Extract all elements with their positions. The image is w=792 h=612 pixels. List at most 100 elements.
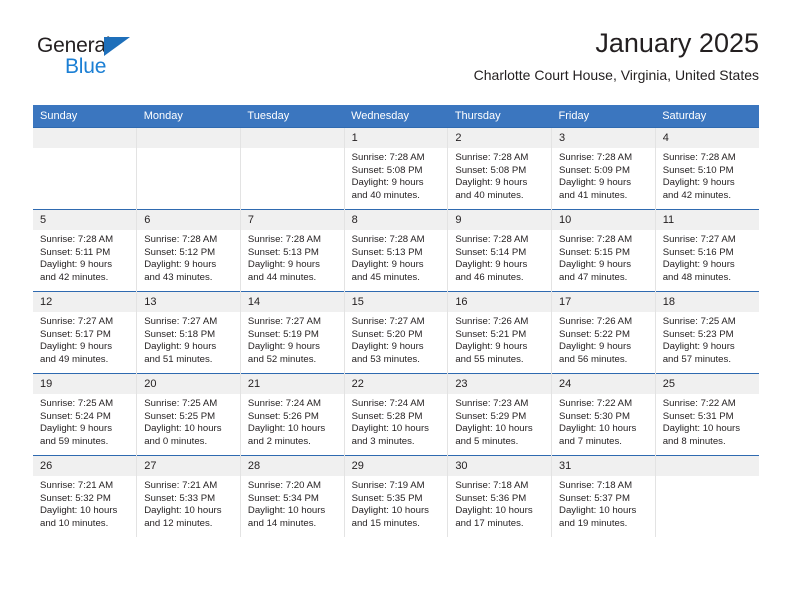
- sunset-text: Sunset: 5:17 PM: [40, 328, 111, 340]
- sunset-text: Sunset: 5:12 PM: [144, 246, 216, 258]
- title-block: January 2025 Charlotte Court House, Virg…: [474, 26, 759, 84]
- sunset-text: Sunset: 5:19 PM: [247, 328, 319, 340]
- calendar-cell-empty: [239, 127, 345, 210]
- calendar-grid: Sunday Monday Tuesday Wednesday Thursday…: [33, 105, 759, 537]
- sunset-text: Sunset: 5:10 PM: [662, 164, 734, 176]
- sunset-text: Sunset: 5:11 PM: [40, 246, 111, 258]
- daylight-text-line2: and 55 minutes.: [455, 353, 524, 365]
- day-details: Sunrise: 7:24 AM Sunset: 5:28 PM Daylight:…: [345, 394, 448, 448]
- day-header-saturday: Saturday: [655, 105, 759, 128]
- calendar-day-cell[interactable]: 21 Sunrise: 7:24 AM Sunset: 5:26 PM Dayligh…: [239, 373, 345, 456]
- daylight-text-line2: and 14 minutes.: [247, 517, 317, 529]
- day-details: Sunrise: 7:25 AM Sunset: 5:25 PM Daylight:…: [137, 394, 240, 448]
- calendar-day-cell[interactable]: 25 Sunrise: 7:22 AM Sunset: 5:31 PM Dayligh…: [654, 373, 759, 456]
- day-number: 25: [655, 374, 759, 394]
- logo-word-blue: Blue: [65, 55, 107, 78]
- calendar-day-cell[interactable]: 7 Sunrise: 7:28 AM Sunset: 5:13 PM Daylight…: [239, 209, 345, 292]
- calendar-day-cell[interactable]: 5 Sunrise: 7:28 AM Sunset: 5:11 PM Daylight…: [33, 209, 137, 292]
- sunset-text: Sunset: 5:13 PM: [247, 246, 319, 258]
- daylight-text-line2: and 47 minutes.: [559, 271, 628, 283]
- sunrise-text: Sunrise: 7:27 AM: [247, 316, 321, 327]
- sunrise-text: Sunrise: 7:27 AM: [40, 316, 114, 327]
- calendar-day-cell[interactable]: 14 Sunrise: 7:27 AM Sunset: 5:19 PM Dayligh…: [239, 291, 345, 374]
- sunrise-text: Sunrise: 7:28 AM: [351, 152, 425, 163]
- sunrise-text: Sunrise: 7:25 AM: [40, 398, 114, 409]
- calendar-day-cell[interactable]: 15 Sunrise: 7:27 AM Sunset: 5:20 PM Dayligh…: [343, 291, 448, 374]
- sunset-text: Sunset: 5:32 PM: [40, 492, 111, 504]
- day-details: Sunrise: 7:28 AM Sunset: 5:10 PM Daylight:…: [656, 148, 759, 202]
- daylight-text-line1: Daylight: 10 hours: [455, 423, 533, 435]
- daylight-text-line1: Daylight: 9 hours: [559, 177, 632, 189]
- daylight-text-line2: and 10 minutes.: [40, 517, 109, 529]
- calendar-day-cell[interactable]: 8 Sunrise: 7:28 AM Sunset: 5:13 PM Daylight…: [343, 209, 448, 292]
- calendar-day-cell[interactable]: 16 Sunrise: 7:26 AM Sunset: 5:21 PM Dayligh…: [447, 291, 552, 374]
- daylight-text-line1: Daylight: 9 hours: [559, 341, 632, 353]
- calendar-day-cell[interactable]: 3 Sunrise: 7:28 AM Sunset: 5:09 PM Daylight…: [551, 127, 656, 210]
- calendar-day-cell[interactable]: 6 Sunrise: 7:28 AM Sunset: 5:12 PM Daylight…: [136, 209, 241, 292]
- sunset-text: Sunset: 5:09 PM: [559, 164, 630, 176]
- calendar-week-row: 26 Sunrise: 7:21 AM Sunset: 5:32 PM Dayligh…: [33, 455, 759, 537]
- day-header-thursday: Thursday: [447, 105, 552, 128]
- generalblue-logo[interactable]: General Blue: [37, 34, 237, 90]
- calendar-day-cell[interactable]: 13 Sunrise: 7:27 AM Sunset: 5:18 PM Dayligh…: [136, 291, 241, 374]
- sunset-text: Sunset: 5:15 PM: [559, 246, 630, 258]
- daylight-text-line2: and 42 minutes.: [40, 271, 109, 283]
- sunrise-text: Sunrise: 7:19 AM: [351, 480, 425, 491]
- calendar-day-cell[interactable]: 10 Sunrise: 7:28 AM Sunset: 5:15 PM Dayligh…: [551, 209, 656, 292]
- calendar-day-cell[interactable]: 9 Sunrise: 7:28 AM Sunset: 5:14 PM Daylight…: [447, 209, 552, 292]
- calendar-week-row: 5 Sunrise: 7:28 AM Sunset: 5:11 PM Daylight…: [33, 209, 759, 292]
- calendar-day-cell[interactable]: 29 Sunrise: 7:19 AM Sunset: 5:35 PM Dayligh…: [343, 455, 448, 537]
- calendar-day-cell[interactable]: 11 Sunrise: 7:27 AM Sunset: 5:16 PM Dayligh…: [654, 209, 759, 292]
- day-number: 28: [240, 456, 344, 476]
- daylight-text-line1: Daylight: 10 hours: [247, 423, 326, 435]
- day-number: 15: [344, 292, 448, 312]
- day-number: 9: [448, 210, 552, 230]
- day-number: 11: [655, 210, 759, 230]
- sunrise-text: Sunrise: 7:28 AM: [144, 234, 218, 245]
- day-details: Sunrise: 7:28 AM Sunset: 5:13 PM Daylight:…: [345, 230, 448, 284]
- day-details: Sunrise: 7:28 AM Sunset: 5:13 PM Daylight:…: [241, 230, 344, 284]
- calendar-day-cell[interactable]: 22 Sunrise: 7:24 AM Sunset: 5:28 PM Dayligh…: [343, 373, 448, 456]
- day-number: 13: [137, 292, 240, 312]
- calendar-day-cell[interactable]: 28 Sunrise: 7:20 AM Sunset: 5:34 PM Dayligh…: [239, 455, 345, 537]
- daylight-text-line2: and 41 minutes.: [559, 189, 628, 201]
- day-number: 14: [240, 292, 344, 312]
- calendar-day-cell[interactable]: 23 Sunrise: 7:23 AM Sunset: 5:29 PM Dayligh…: [447, 373, 552, 456]
- sunrise-text: Sunrise: 7:25 AM: [662, 316, 736, 327]
- day-number: [33, 128, 137, 148]
- daylight-text-line1: Daylight: 10 hours: [247, 505, 326, 517]
- calendar-day-cell[interactable]: 1 Sunrise: 7:28 AM Sunset: 5:08 PM Daylight…: [343, 127, 448, 210]
- sunrise-text: Sunrise: 7:27 AM: [351, 316, 425, 327]
- day-header-tuesday: Tuesday: [240, 105, 345, 128]
- calendar-day-cell[interactable]: 19 Sunrise: 7:25 AM Sunset: 5:24 PM Dayligh…: [33, 373, 137, 456]
- day-number: 2: [448, 128, 552, 148]
- calendar-day-cell[interactable]: 2 Sunrise: 7:28 AM Sunset: 5:08 PM Daylight…: [447, 127, 552, 210]
- calendar-day-cell[interactable]: 20 Sunrise: 7:25 AM Sunset: 5:25 PM Dayligh…: [136, 373, 241, 456]
- sunset-text: Sunset: 5:31 PM: [662, 410, 734, 422]
- day-number: 1: [344, 128, 448, 148]
- calendar-day-cell[interactable]: 17 Sunrise: 7:26 AM Sunset: 5:22 PM Dayligh…: [551, 291, 656, 374]
- calendar-day-cell[interactable]: 24 Sunrise: 7:22 AM Sunset: 5:30 PM Dayligh…: [551, 373, 656, 456]
- day-number: 23: [448, 374, 552, 394]
- day-header-monday: Monday: [136, 105, 241, 128]
- sunrise-text: Sunrise: 7:24 AM: [247, 398, 321, 409]
- daylight-text-line1: Daylight: 10 hours: [351, 423, 429, 435]
- sunrise-text: Sunrise: 7:18 AM: [455, 480, 529, 491]
- day-details: Sunrise: 7:26 AM Sunset: 5:22 PM Daylight:…: [552, 312, 655, 366]
- calendar-day-cell[interactable]: 12 Sunrise: 7:27 AM Sunset: 5:17 PM Dayligh…: [33, 291, 137, 374]
- calendar-day-cell[interactable]: 4 Sunrise: 7:28 AM Sunset: 5:10 PM Daylight…: [654, 127, 759, 210]
- sunrise-text: Sunrise: 7:26 AM: [455, 316, 529, 327]
- daylight-text-line1: Daylight: 10 hours: [662, 423, 741, 435]
- calendar-day-cell[interactable]: 30 Sunrise: 7:18 AM Sunset: 5:36 PM Dayligh…: [447, 455, 552, 537]
- calendar-day-cell[interactable]: 31 Sunrise: 7:18 AM Sunset: 5:37 PM Dayligh…: [551, 455, 656, 537]
- calendar-day-cell[interactable]: 27 Sunrise: 7:21 AM Sunset: 5:33 PM Dayligh…: [136, 455, 241, 537]
- day-number: 6: [137, 210, 240, 230]
- sunrise-text: Sunrise: 7:21 AM: [40, 480, 114, 491]
- calendar-day-cell[interactable]: 26 Sunrise: 7:21 AM Sunset: 5:32 PM Dayligh…: [33, 455, 137, 537]
- daylight-text-line2: and 40 minutes.: [455, 189, 524, 201]
- sunset-text: Sunset: 5:26 PM: [247, 410, 319, 422]
- day-details: [656, 476, 759, 480]
- calendar-day-cell[interactable]: 18 Sunrise: 7:25 AM Sunset: 5:23 PM Dayligh…: [654, 291, 759, 374]
- day-number: 16: [448, 292, 552, 312]
- daylight-text-line2: and 40 minutes.: [351, 189, 420, 201]
